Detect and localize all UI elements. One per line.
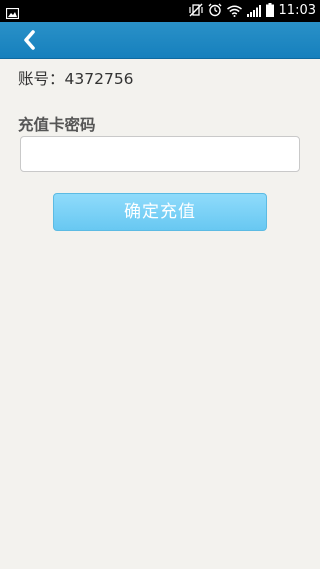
account-label: 账号：: [18, 70, 65, 88]
vibrate-off-icon: [188, 2, 203, 21]
card-password-input[interactable]: [20, 136, 300, 172]
card-password-label: 充值卡密码: [18, 116, 96, 134]
status-bar: 11:03: [0, 0, 320, 22]
back-chevron-icon: [18, 30, 44, 56]
account-value: 4372756: [64, 70, 134, 88]
account-info: 账号：4372756: [18, 67, 134, 89]
confirm-recharge-button[interactable]: 确定充值: [53, 193, 267, 231]
image-notification-icon: [5, 4, 20, 23]
back-button[interactable]: [18, 28, 44, 52]
battery-icon: [265, 2, 274, 21]
status-time: 11:03: [278, 3, 316, 18]
signal-icon: [246, 2, 261, 21]
alarm-clock-icon: [208, 2, 222, 21]
wifi-icon: [226, 2, 242, 21]
nav-bar: [0, 22, 320, 59]
